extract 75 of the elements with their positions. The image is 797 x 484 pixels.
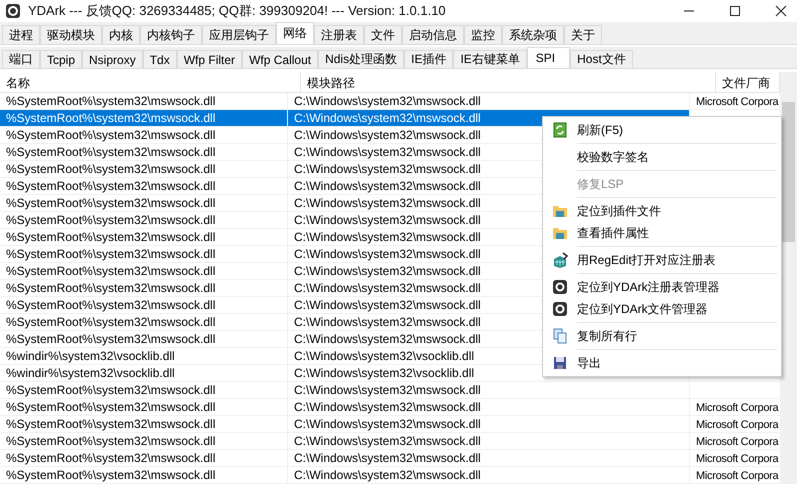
tab[interactable]: IE插件: [404, 50, 454, 68]
window-title: YDArk --- 反馈QQ: 3269334485; QQ群: 399309204! --- Version: 1.0.1.10: [28, 2, 446, 20]
tab[interactable]: IE右键菜单: [453, 50, 527, 68]
tab[interactable]: 内核: [102, 25, 140, 44]
table-cell: %SystemRoot%\system32\mswsock.dll: [0, 110, 288, 126]
tab[interactable]: 驱动模块: [40, 25, 102, 44]
tab[interactable]: Tdx: [142, 50, 177, 68]
tab[interactable]: 关于: [564, 25, 602, 44]
table-cell: C:\Windows\system32\mswsock.dll: [288, 467, 690, 483]
app-icon: [6, 4, 20, 18]
tab[interactable]: Host文件: [570, 50, 633, 68]
tab[interactable]: 端口: [2, 50, 40, 68]
table-cell: C:\Windows\system32\mswsock.dll: [288, 399, 690, 415]
maximize-icon[interactable]: [729, 5, 741, 17]
registry-icon: [552, 252, 568, 268]
tab[interactable]: 启动信息: [402, 25, 464, 44]
tab[interactable]: Ndis处理函数: [318, 50, 404, 68]
table-cell: %SystemRoot%\system32\mswsock.dll: [0, 178, 288, 194]
table-cell: %SystemRoot%\system32\mswsock.dll: [0, 246, 288, 262]
table-cell: %windir%\system32\vsocklib.dll: [0, 348, 288, 364]
tab[interactable]: Wfp Filter: [176, 50, 242, 68]
table-cell: %SystemRoot%\system32\mswsock.dll: [0, 467, 288, 483]
tab[interactable]: Tcpip: [40, 50, 82, 68]
table-cell: %SystemRoot%\system32\mswsock.dll: [0, 144, 288, 160]
table-cell: %SystemRoot%\system32\mswsock.dll: [0, 433, 288, 449]
tab[interactable]: Nsiproxy: [82, 50, 143, 68]
table-cell: %SystemRoot%\system32\mswsock.dll: [0, 450, 288, 466]
table-cell: %SystemRoot%\system32\mswsock.dll: [0, 416, 288, 432]
table-cell: Microsoft Corpora: [696, 402, 778, 414]
column-header[interactable]: 模块路径: [301, 72, 716, 92]
table-cell: Microsoft Corpora: [696, 436, 778, 448]
tab[interactable]: 文件: [364, 25, 402, 44]
close-icon[interactable]: [775, 5, 787, 17]
gear-icon: [552, 279, 568, 295]
tab[interactable]: 系统杂项: [502, 25, 564, 44]
table-cell: %SystemRoot%\system32\mswsock.dll: [0, 314, 288, 330]
table-cell: %SystemRoot%\system32\mswsock.dll: [0, 263, 288, 279]
tab[interactable]: 进程: [2, 25, 40, 44]
tab[interactable]: 监控: [464, 25, 502, 44]
table-cell: Microsoft Corpora: [696, 96, 778, 108]
folder-icon: [552, 225, 568, 241]
table-cell: %SystemRoot%\system32\mswsock.dll: [0, 382, 288, 398]
tab[interactable]: 网络: [276, 22, 314, 44]
table-cell: %SystemRoot%\system32\mswsock.dll: [0, 399, 288, 415]
tab[interactable]: SPI: [526, 47, 570, 68]
table-cell: %SystemRoot%\system32\mswsock.dll: [0, 161, 288, 177]
tab[interactable]: 内核钩子: [140, 25, 202, 44]
table-cell: Microsoft Corpora: [696, 470, 778, 482]
tab[interactable]: 注册表: [314, 25, 364, 44]
table-cell: C:\Windows\system32\mswsock.dll: [288, 433, 690, 449]
table-cell: C:\Windows\system32\mswsock.dll: [288, 93, 690, 109]
table-cell: %windir%\system32\vsocklib.dll: [0, 365, 288, 381]
table-cell: %SystemRoot%\system32\mswsock.dll: [0, 331, 288, 347]
table-cell: %SystemRoot%\system32\mswsock.dll: [0, 229, 288, 245]
tab[interactable]: Wfp Callout: [242, 50, 318, 68]
table-cell: C:\Windows\system32\mswsock.dll: [288, 450, 690, 466]
gear-icon: [552, 301, 568, 317]
folder-icon: [552, 203, 568, 219]
refresh-icon: [552, 122, 568, 138]
table-cell: %SystemRoot%\system32\mswsock.dll: [0, 195, 288, 211]
table-cell: Microsoft Corpora: [696, 419, 778, 431]
tab[interactable]: 应用层钩子: [202, 25, 276, 44]
scrollbar[interactable]: [780, 72, 797, 484]
table-cell: %SystemRoot%\system32\mswsock.dll: [0, 127, 288, 143]
copy-icon: [552, 328, 568, 344]
table-cell: %SystemRoot%\system32\mswsock.dll: [0, 212, 288, 228]
table-cell: C:\Windows\system32\mswsock.dll: [288, 416, 690, 432]
table-cell: %SystemRoot%\system32\mswsock.dll: [0, 280, 288, 296]
column-header[interactable]: 名称: [0, 72, 301, 92]
table-cell: %SystemRoot%\system32\mswsock.dll: [0, 297, 288, 313]
table-cell: C:\Windows\system32\mswsock.dll: [288, 382, 690, 398]
table-cell: %SystemRoot%\system32\mswsock.dll: [0, 93, 288, 109]
scrollbar-thumb[interactable]: [782, 102, 795, 242]
table-cell: Microsoft Corpora: [696, 453, 778, 465]
save-icon: [552, 355, 568, 371]
